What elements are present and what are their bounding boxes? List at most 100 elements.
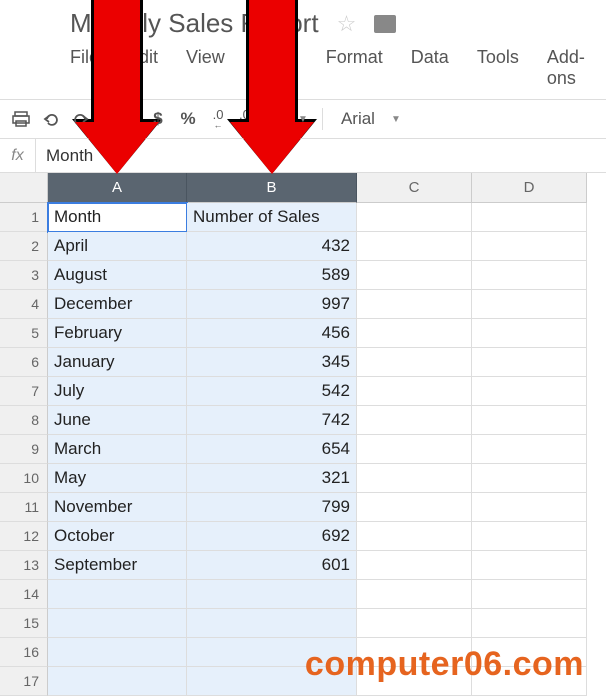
cell[interactable]: [472, 522, 587, 551]
row-header[interactable]: 7: [0, 377, 48, 406]
col-header-a[interactable]: A: [48, 173, 187, 203]
cell[interactable]: [472, 348, 587, 377]
menu-view[interactable]: View: [186, 47, 225, 89]
cell[interactable]: [187, 580, 357, 609]
cell[interactable]: [357, 522, 472, 551]
cell[interactable]: October: [48, 522, 187, 551]
cell[interactable]: May: [48, 464, 187, 493]
select-all-corner[interactable]: [0, 173, 48, 203]
cell[interactable]: 997: [187, 290, 357, 319]
row-header[interactable]: 2: [0, 232, 48, 261]
cell[interactable]: November: [48, 493, 187, 522]
star-icon[interactable]: ☆: [337, 11, 357, 37]
row-header[interactable]: 5: [0, 319, 48, 348]
cell[interactable]: [357, 464, 472, 493]
cell[interactable]: [357, 493, 472, 522]
row-header[interactable]: 9: [0, 435, 48, 464]
menu-file[interactable]: File: [70, 47, 99, 89]
menu-edit[interactable]: Edit: [127, 47, 158, 89]
row-header[interactable]: 8: [0, 406, 48, 435]
row-header[interactable]: 3: [0, 261, 48, 290]
cell[interactable]: [472, 203, 587, 232]
print-icon[interactable]: [8, 106, 34, 132]
menu-tools[interactable]: Tools: [477, 47, 519, 89]
decrease-decimal-button[interactable]: .0←: [205, 106, 231, 132]
cell[interactable]: September: [48, 551, 187, 580]
menu-data[interactable]: Data: [411, 47, 449, 89]
cell[interactable]: [357, 609, 472, 638]
row-header[interactable]: 17: [0, 667, 48, 696]
currency-button[interactable]: $: [145, 106, 171, 132]
row-header[interactable]: 16: [0, 638, 48, 667]
cell[interactable]: June: [48, 406, 187, 435]
cell[interactable]: [472, 261, 587, 290]
paint-format-icon[interactable]: [98, 106, 124, 132]
row-header[interactable]: 10: [0, 464, 48, 493]
row-header[interactable]: 1: [0, 203, 48, 232]
row-header[interactable]: 15: [0, 609, 48, 638]
cell[interactable]: [472, 493, 587, 522]
redo-icon[interactable]: [68, 106, 94, 132]
menu-format[interactable]: Format: [326, 47, 383, 89]
cell[interactable]: [357, 232, 472, 261]
cell[interactable]: [472, 377, 587, 406]
row-header[interactable]: 14: [0, 580, 48, 609]
percent-button[interactable]: %: [175, 106, 201, 132]
cell[interactable]: [357, 580, 472, 609]
cell[interactable]: 542: [187, 377, 357, 406]
cell[interactable]: Number of Sales: [187, 203, 357, 232]
cell[interactable]: [472, 464, 587, 493]
row-header[interactable]: 12: [0, 522, 48, 551]
cell[interactable]: 456: [187, 319, 357, 348]
menu-insert[interactable]: Insert: [253, 47, 298, 89]
cell[interactable]: [357, 203, 472, 232]
cell[interactable]: [472, 232, 587, 261]
row-header[interactable]: 13: [0, 551, 48, 580]
col-header-b[interactable]: B: [187, 173, 357, 203]
cell[interactable]: [48, 609, 187, 638]
cell[interactable]: [472, 290, 587, 319]
cell[interactable]: [472, 609, 587, 638]
chevron-down-icon[interactable]: ▼: [391, 114, 401, 125]
undo-icon[interactable]: [38, 106, 64, 132]
cell[interactable]: August: [48, 261, 187, 290]
formula-value[interactable]: Month: [36, 146, 93, 166]
cell[interactable]: [472, 319, 587, 348]
cell[interactable]: [187, 609, 357, 638]
row-header[interactable]: 6: [0, 348, 48, 377]
menu-addons[interactable]: Add-ons: [547, 47, 596, 89]
number-format-button[interactable]: 123▼: [265, 106, 312, 132]
cell[interactable]: 432: [187, 232, 357, 261]
row-header[interactable]: 11: [0, 493, 48, 522]
cell[interactable]: 742: [187, 406, 357, 435]
cell[interactable]: [472, 580, 587, 609]
cell[interactable]: [48, 667, 187, 696]
col-header-c[interactable]: C: [357, 173, 472, 203]
cell[interactable]: 601: [187, 551, 357, 580]
cell[interactable]: [357, 261, 472, 290]
cell[interactable]: 799: [187, 493, 357, 522]
cell[interactable]: [357, 406, 472, 435]
row-header[interactable]: 4: [0, 290, 48, 319]
cell[interactable]: [48, 638, 187, 667]
cell[interactable]: 345: [187, 348, 357, 377]
col-header-d[interactable]: D: [472, 173, 587, 203]
cell[interactable]: February: [48, 319, 187, 348]
cell[interactable]: 654: [187, 435, 357, 464]
cell[interactable]: 321: [187, 464, 357, 493]
cell[interactable]: March: [48, 435, 187, 464]
cell[interactable]: [357, 377, 472, 406]
cell[interactable]: 692: [187, 522, 357, 551]
font-select[interactable]: Arial: [333, 109, 383, 129]
cell[interactable]: [472, 551, 587, 580]
cell[interactable]: January: [48, 348, 187, 377]
increase-decimal-button[interactable]: .00→: [235, 106, 261, 132]
cell[interactable]: [48, 580, 187, 609]
cell[interactable]: [357, 290, 472, 319]
cell[interactable]: July: [48, 377, 187, 406]
cell[interactable]: [472, 435, 587, 464]
cell[interactable]: 589: [187, 261, 357, 290]
cell[interactable]: [357, 435, 472, 464]
cell[interactable]: Month: [48, 203, 187, 232]
cell[interactable]: [357, 551, 472, 580]
